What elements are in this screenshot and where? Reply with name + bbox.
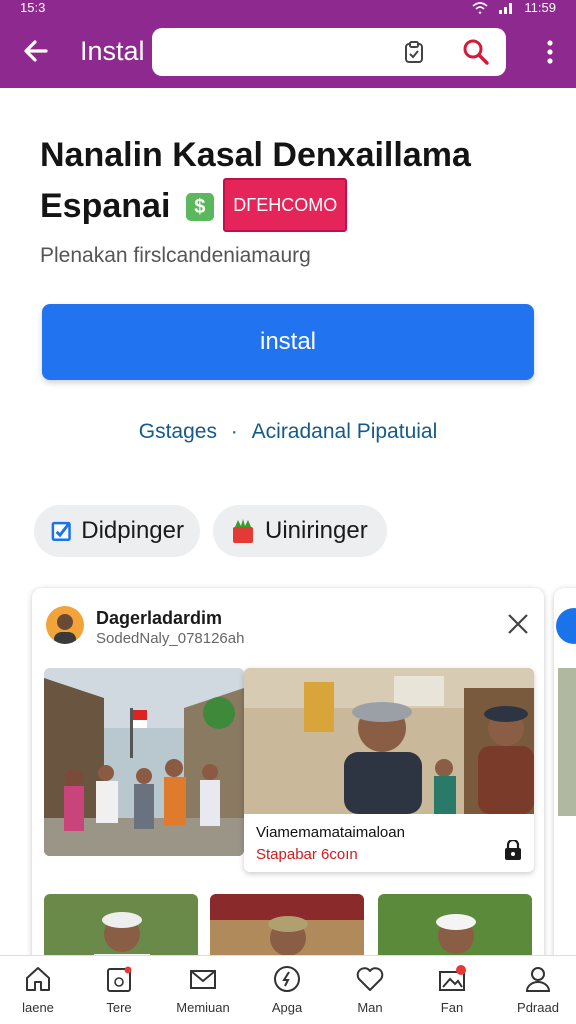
chip-label: Uiniringer xyxy=(265,517,368,544)
nav-label: Apga xyxy=(271,1000,303,1015)
app-title-line2: Espanai xyxy=(40,187,171,225)
link-separator: · xyxy=(230,420,238,443)
link-stages[interactable]: Gstages xyxy=(139,420,217,443)
featured-caption-subtitle: Stapabar 6coın xyxy=(256,846,358,863)
nav-label: Tere xyxy=(106,1000,132,1015)
clipboard-icon[interactable] xyxy=(402,40,426,64)
verified-icon: $ xyxy=(185,193,214,221)
app-bar-title: Instal xyxy=(80,36,145,66)
link-additional[interactable]: Aciradanal Pipatuial xyxy=(252,420,438,443)
post-card[interactable]: Dagerladardim SodedNaly_078126ah Viamema… xyxy=(32,588,544,988)
nav-item-home[interactable]: laene xyxy=(2,964,74,1015)
app-subtitle: Plenakan firslcandeniamaurg xyxy=(40,244,311,267)
nav-item-fan[interactable]: Fan xyxy=(416,964,488,1015)
status-icons: 11:59 xyxy=(472,0,556,15)
plant-pot-icon xyxy=(233,519,253,543)
home-icon xyxy=(26,967,50,991)
nav-label: Pdraad xyxy=(517,1000,559,1015)
image-icon xyxy=(439,965,466,991)
app-title: Nanalin Kasal Denxaillama Espanai $ DΓEH… xyxy=(40,132,540,232)
card-author-handle: SodedNaly_078126ah xyxy=(96,630,245,647)
chip-didpinger[interactable]: Didpinger xyxy=(34,505,200,557)
install-button[interactable]: instal xyxy=(42,304,534,380)
signal-icon xyxy=(499,2,513,14)
calendar-icon xyxy=(107,966,132,992)
card-author-name: Dagerladardim xyxy=(96,608,223,628)
nav-item-man[interactable]: Man xyxy=(334,964,406,1015)
status-bar: 15:3 11:59 xyxy=(0,0,576,18)
nav-item-tere[interactable]: Tere xyxy=(83,964,155,1015)
bottom-nav: laene Tere Memiuan Apga Man Fan Pdraad xyxy=(0,955,576,1024)
lock-icon xyxy=(505,840,521,860)
heart-icon xyxy=(356,967,384,991)
meta-links: Gstages · Aciradanal Pipatuial xyxy=(0,420,576,444)
nav-item-profile[interactable]: Pdraad xyxy=(502,964,574,1015)
search-icon[interactable] xyxy=(462,38,490,66)
nav-label: laene xyxy=(22,1000,54,1015)
mail-icon xyxy=(190,970,216,989)
wifi-icon xyxy=(472,1,488,14)
featured-photo-card[interactable]: Viamemamataimaloan Stapabar 6coın xyxy=(244,668,534,872)
status-right-time: 11:59 xyxy=(524,0,556,15)
promo-badge: DΓEHCOMO xyxy=(223,178,348,232)
chip-label: Didpinger xyxy=(81,517,184,544)
nav-item-apga[interactable]: Apga xyxy=(251,964,323,1015)
avatar[interactable] xyxy=(46,606,84,644)
arrow-left-icon[interactable] xyxy=(22,37,50,65)
nav-item-memiuan[interactable]: Memiuan xyxy=(167,964,239,1015)
app-title-line1: Nanalin Kasal Denxaillama xyxy=(40,136,471,174)
compass-icon xyxy=(274,966,300,992)
next-card-peek[interactable] xyxy=(554,588,576,988)
featured-photo xyxy=(244,668,534,814)
nav-label: Memiuan xyxy=(176,1000,230,1015)
more-vert-icon[interactable] xyxy=(546,40,554,64)
close-icon[interactable] xyxy=(506,612,530,636)
status-time: 15:3 xyxy=(20,0,46,15)
app-bar: Instal xyxy=(0,18,576,88)
search-box[interactable] xyxy=(152,28,506,76)
nav-label: Man xyxy=(357,1000,383,1015)
post-photo-street[interactable] xyxy=(44,668,244,856)
search-input[interactable] xyxy=(164,38,384,66)
featured-caption-title: Viamemamataimaloan xyxy=(256,824,405,841)
checkbox-icon xyxy=(51,521,71,541)
nav-label: Fan xyxy=(440,1000,464,1015)
profile-icon xyxy=(525,967,551,992)
chip-uiniringer[interactable]: Uiniringer xyxy=(213,505,387,557)
